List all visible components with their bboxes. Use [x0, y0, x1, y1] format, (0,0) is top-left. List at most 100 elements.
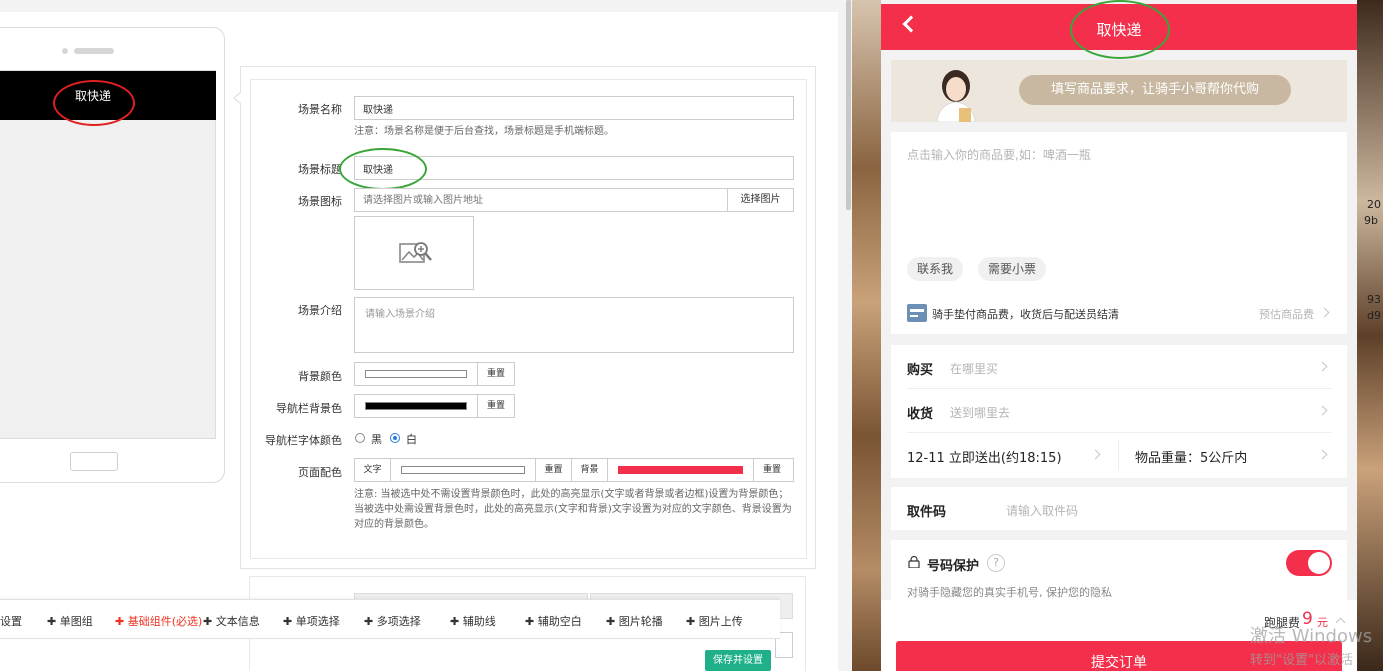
banner-speech-bubble: 填写商品要求，让骑手小哥帮你代购 — [1019, 75, 1291, 105]
scene-name-input[interactable] — [354, 96, 794, 120]
scene-name-note: 注意：场景名称是便于后台查找，场景标题是手机端标题。 — [354, 126, 614, 137]
desktop-side-text: d9 — [1367, 309, 1381, 322]
windows-activation-subtext: 转到"设置"以激活 — [1250, 653, 1353, 668]
payment-card-icon — [907, 304, 927, 322]
red-highlight-ellipse — [53, 80, 135, 126]
page-text-color-swatch — [401, 466, 525, 474]
row-divider — [907, 388, 1331, 389]
scene-icon-input[interactable] — [354, 188, 728, 212]
goods-input-placeholder[interactable]: 点击输入你的商品要,如：啤酒一瓶 — [907, 146, 1091, 163]
tag-contact-me[interactable]: 联系我 — [907, 257, 964, 281]
toolbar-item-label: 辅助线 — [462, 615, 496, 628]
nav-font-black-radio[interactable] — [355, 433, 365, 443]
green-highlight-ellipse-left — [339, 148, 427, 190]
toolbar-item-label: 单项选择 — [295, 615, 340, 628]
bg-color-swatch — [365, 370, 467, 378]
toolbar-item-settings[interactable]: 设置 — [0, 613, 22, 629]
nav-bg-color-swatch — [365, 402, 467, 410]
row-divider — [907, 432, 1331, 433]
toolbar-item-label: 单图组 — [59, 615, 93, 628]
bg-color-swatch-wrap[interactable] — [355, 363, 478, 385]
toolbar-item-text-info[interactable]: ✚ 文本信息 — [203, 613, 260, 629]
advance-payment-note: 骑手垫付商品费，收货后与配送员结清 — [932, 308, 1119, 321]
toolbar-item-multi-choice[interactable]: ✚ 多项选择 — [364, 613, 421, 629]
desktop-side-text: 93 — [1367, 293, 1381, 306]
toolbar-item-guide-line[interactable]: ✚ 辅助线 — [450, 613, 496, 629]
toolbar-item-label: 辅助空白 — [537, 615, 582, 628]
toolbar-item-label: 基础组件(必选) — [127, 615, 203, 628]
nav-font-color-label: 导航栏字体颜色 — [265, 434, 342, 447]
scene-icon-label: 场景图标 — [298, 195, 342, 208]
page-bg-color-swatch-wrap[interactable] — [608, 459, 754, 481]
toolbar-item-basic-components[interactable]: ✚ 基础组件(必选) — [115, 613, 202, 629]
scene-title-label: 场景标题 — [298, 163, 342, 176]
buy-label: 购买 — [907, 363, 934, 378]
nav-font-white-label: 白 — [406, 433, 417, 446]
delivery-time[interactable]: 12-11 立即送出(约18:15) — [907, 447, 1062, 466]
page-color-label: 页面配色 — [298, 466, 342, 479]
receive-location-placeholder[interactable]: 送到哪里去 — [950, 404, 1010, 421]
phone-camera — [62, 48, 68, 54]
choose-image-button[interactable]: 选择图片 — [727, 188, 794, 212]
mobile-banner: 填写商品要求，让骑手小哥帮你代购 — [891, 60, 1347, 122]
page-color-note: 注意: 当被选中处不需设置背景颜色时，此处的高亮显示(文字或者背景或者边框)设置… — [354, 489, 792, 530]
pickup-code-input[interactable]: 请输入取件码 — [1006, 502, 1078, 519]
page-text-color-swatch-wrap[interactable] — [391, 459, 536, 481]
buy-location-placeholder[interactable]: 在哪里买 — [950, 360, 998, 377]
nav-bg-color-label: 导航栏背景色 — [276, 402, 342, 415]
desktop-side-text: 9b — [1364, 214, 1378, 227]
toolbar-item-single-image-group[interactable]: ✚ 单图组 — [47, 613, 93, 629]
save-and-settings-button[interactable]: 保存并设置 — [705, 650, 771, 671]
toolbar-item-label: 多项选择 — [376, 615, 421, 628]
toolbar-item-image-upload[interactable]: ✚ 图片上传 — [686, 613, 743, 629]
page-color-bg-tag: 背景 — [572, 459, 608, 481]
bg-color-label: 背景颜色 — [298, 370, 342, 383]
toolbar-item-label: 图片轮播 — [618, 615, 663, 628]
nav-bg-color-swatch-wrap[interactable] — [355, 395, 478, 417]
help-icon[interactable]: ? — [987, 554, 1005, 572]
toolbar-item-single-choice[interactable]: ✚ 单项选择 — [283, 613, 340, 629]
lock-icon — [908, 556, 920, 568]
privacy-label: 号码保护 — [927, 559, 980, 574]
image-placeholder-icon — [399, 242, 432, 263]
page-bg-color-swatch — [618, 466, 743, 474]
pickup-code-card — [891, 487, 1347, 530]
toolbar-item-label: 文本信息 — [215, 615, 260, 628]
column-divider — [1118, 440, 1119, 470]
bg-color-reset-button[interactable]: 重置 — [478, 363, 514, 385]
toolbar-item-image-carousel[interactable]: ✚ 图片轮播 — [606, 613, 663, 629]
page-bg-color-reset-button[interactable]: 重置 — [754, 459, 790, 481]
privacy-toggle[interactable] — [1286, 550, 1332, 576]
mobile-preview: 取快递 填写商品要求，让骑手小哥帮你代购 点击输入你的商品要,如：啤酒一瓶 联系… — [881, 0, 1357, 671]
nav-bg-color-picker: 重置 — [354, 394, 515, 418]
toolbar-item-label: 图片上传 — [698, 615, 743, 628]
phone-home-button — [70, 452, 118, 471]
nav-bg-color-reset-button[interactable]: 重置 — [478, 395, 514, 417]
page-color-picker: 文字 重置 背景 重置 — [354, 458, 794, 482]
bg-color-picker: 重置 — [354, 362, 515, 386]
phone-speaker — [74, 48, 114, 54]
estimate-fee-label[interactable]: 预估商品费 — [1259, 306, 1314, 322]
item-weight[interactable]: 物品重量：5公斤内 — [1135, 447, 1247, 466]
tag-need-receipt[interactable]: 需要小票 — [978, 257, 1047, 281]
scene-name-label: 场景名称 — [298, 103, 342, 116]
panel-pointer-inner — [235, 92, 242, 104]
nav-font-white-radio[interactable] — [390, 433, 400, 443]
desktop-side-text: 20 — [1367, 198, 1381, 211]
page-text-color-reset-button[interactable]: 重置 — [536, 459, 572, 481]
courier-avatar-icon — [936, 70, 976, 122]
editor-scrollbar-thumb[interactable] — [846, 0, 851, 210]
phone-screen: 取快递 — [0, 70, 216, 439]
green-highlight-ellipse-right — [1070, 0, 1170, 59]
receive-label: 收货 — [907, 407, 934, 422]
privacy-note: 对骑手隐藏您的真实手机号, 保护您的隐私 — [907, 586, 1112, 599]
scene-intro-label: 场景介绍 — [298, 304, 342, 317]
image-upload-box[interactable] — [354, 216, 474, 290]
pickup-code-label: 取件码 — [907, 505, 947, 520]
page-color-text-tag: 文字 — [355, 459, 391, 481]
windows-activation-watermark: 激活 Windows — [1250, 626, 1373, 647]
toolbar-item-spacer[interactable]: ✚ 辅助空白 — [525, 613, 582, 629]
component-toolbar: 设置 ✚ 单图组 ✚ 基础组件(必选) ✚ 文本信息 ✚ 单项选择 ✚ 多项选择… — [0, 599, 780, 639]
scene-intro-textarea[interactable]: 请输入场景介绍 — [354, 297, 794, 353]
nav-font-black-label: 黑 — [371, 433, 382, 446]
